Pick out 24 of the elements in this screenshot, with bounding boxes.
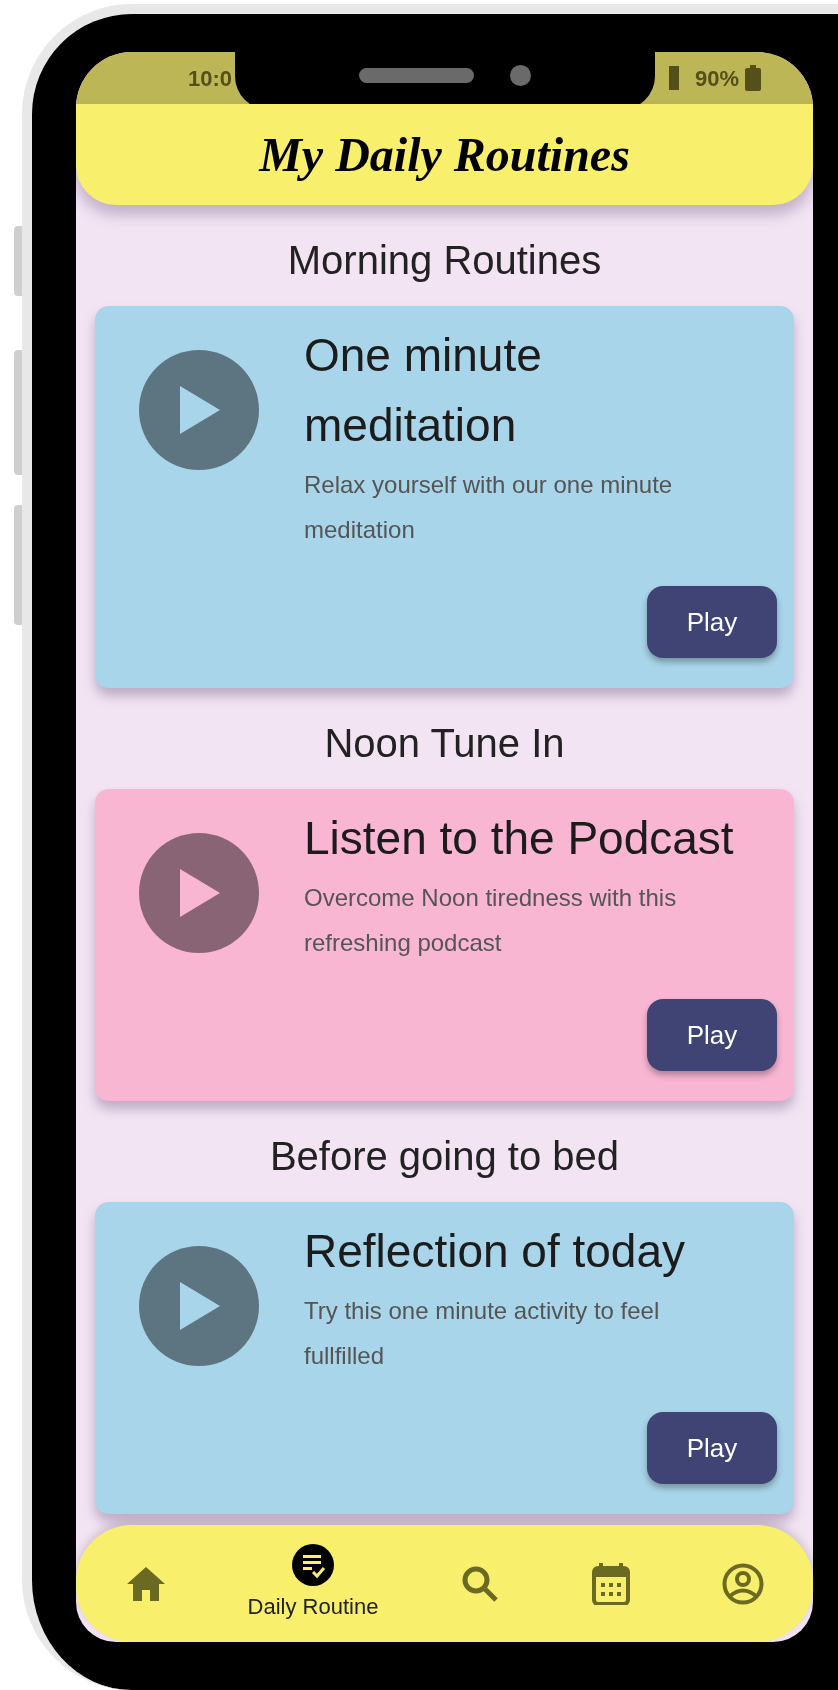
card-description: Relax yourself with our one minute meditation — [304, 470, 674, 545]
home-icon[interactable] — [126, 1565, 166, 1602]
battery-icon — [745, 65, 761, 91]
search-icon[interactable] — [460, 1564, 499, 1603]
section-heading: Noon Tune In — [323, 720, 566, 767]
calendar-icon[interactable] — [592, 1562, 631, 1605]
section-heading: Before going to bed — [268, 1133, 621, 1180]
checklist-icon[interactable] — [291, 1544, 334, 1586]
app-title: My Daily Routines — [259, 126, 630, 183]
play-button[interactable]: Play — [647, 999, 777, 1071]
play-button[interactable]: Play — [647, 586, 777, 658]
nav-item[interactable]: Daily Routine — [247, 1544, 379, 1623]
battery-text: 90% — [694, 64, 739, 93]
card-description: Overcome Noon tiredness with this refreshing podcast — [304, 883, 678, 958]
status-time: 10:0 — [188, 64, 233, 93]
card-title: Reflection of today — [304, 1224, 686, 1279]
nav-label: Daily Routine — [247, 1593, 379, 1621]
signal-icon — [668, 66, 679, 90]
section-heading: Morning Routines — [286, 237, 603, 284]
card-title: One minute meditation — [304, 328, 543, 453]
play-button[interactable]: Play — [647, 1412, 777, 1484]
profile-icon[interactable] — [721, 1562, 764, 1605]
card-title: Listen to the Podcast — [304, 811, 735, 866]
card-description: Try this one minute activity to feel fullfilled — [304, 1296, 661, 1371]
